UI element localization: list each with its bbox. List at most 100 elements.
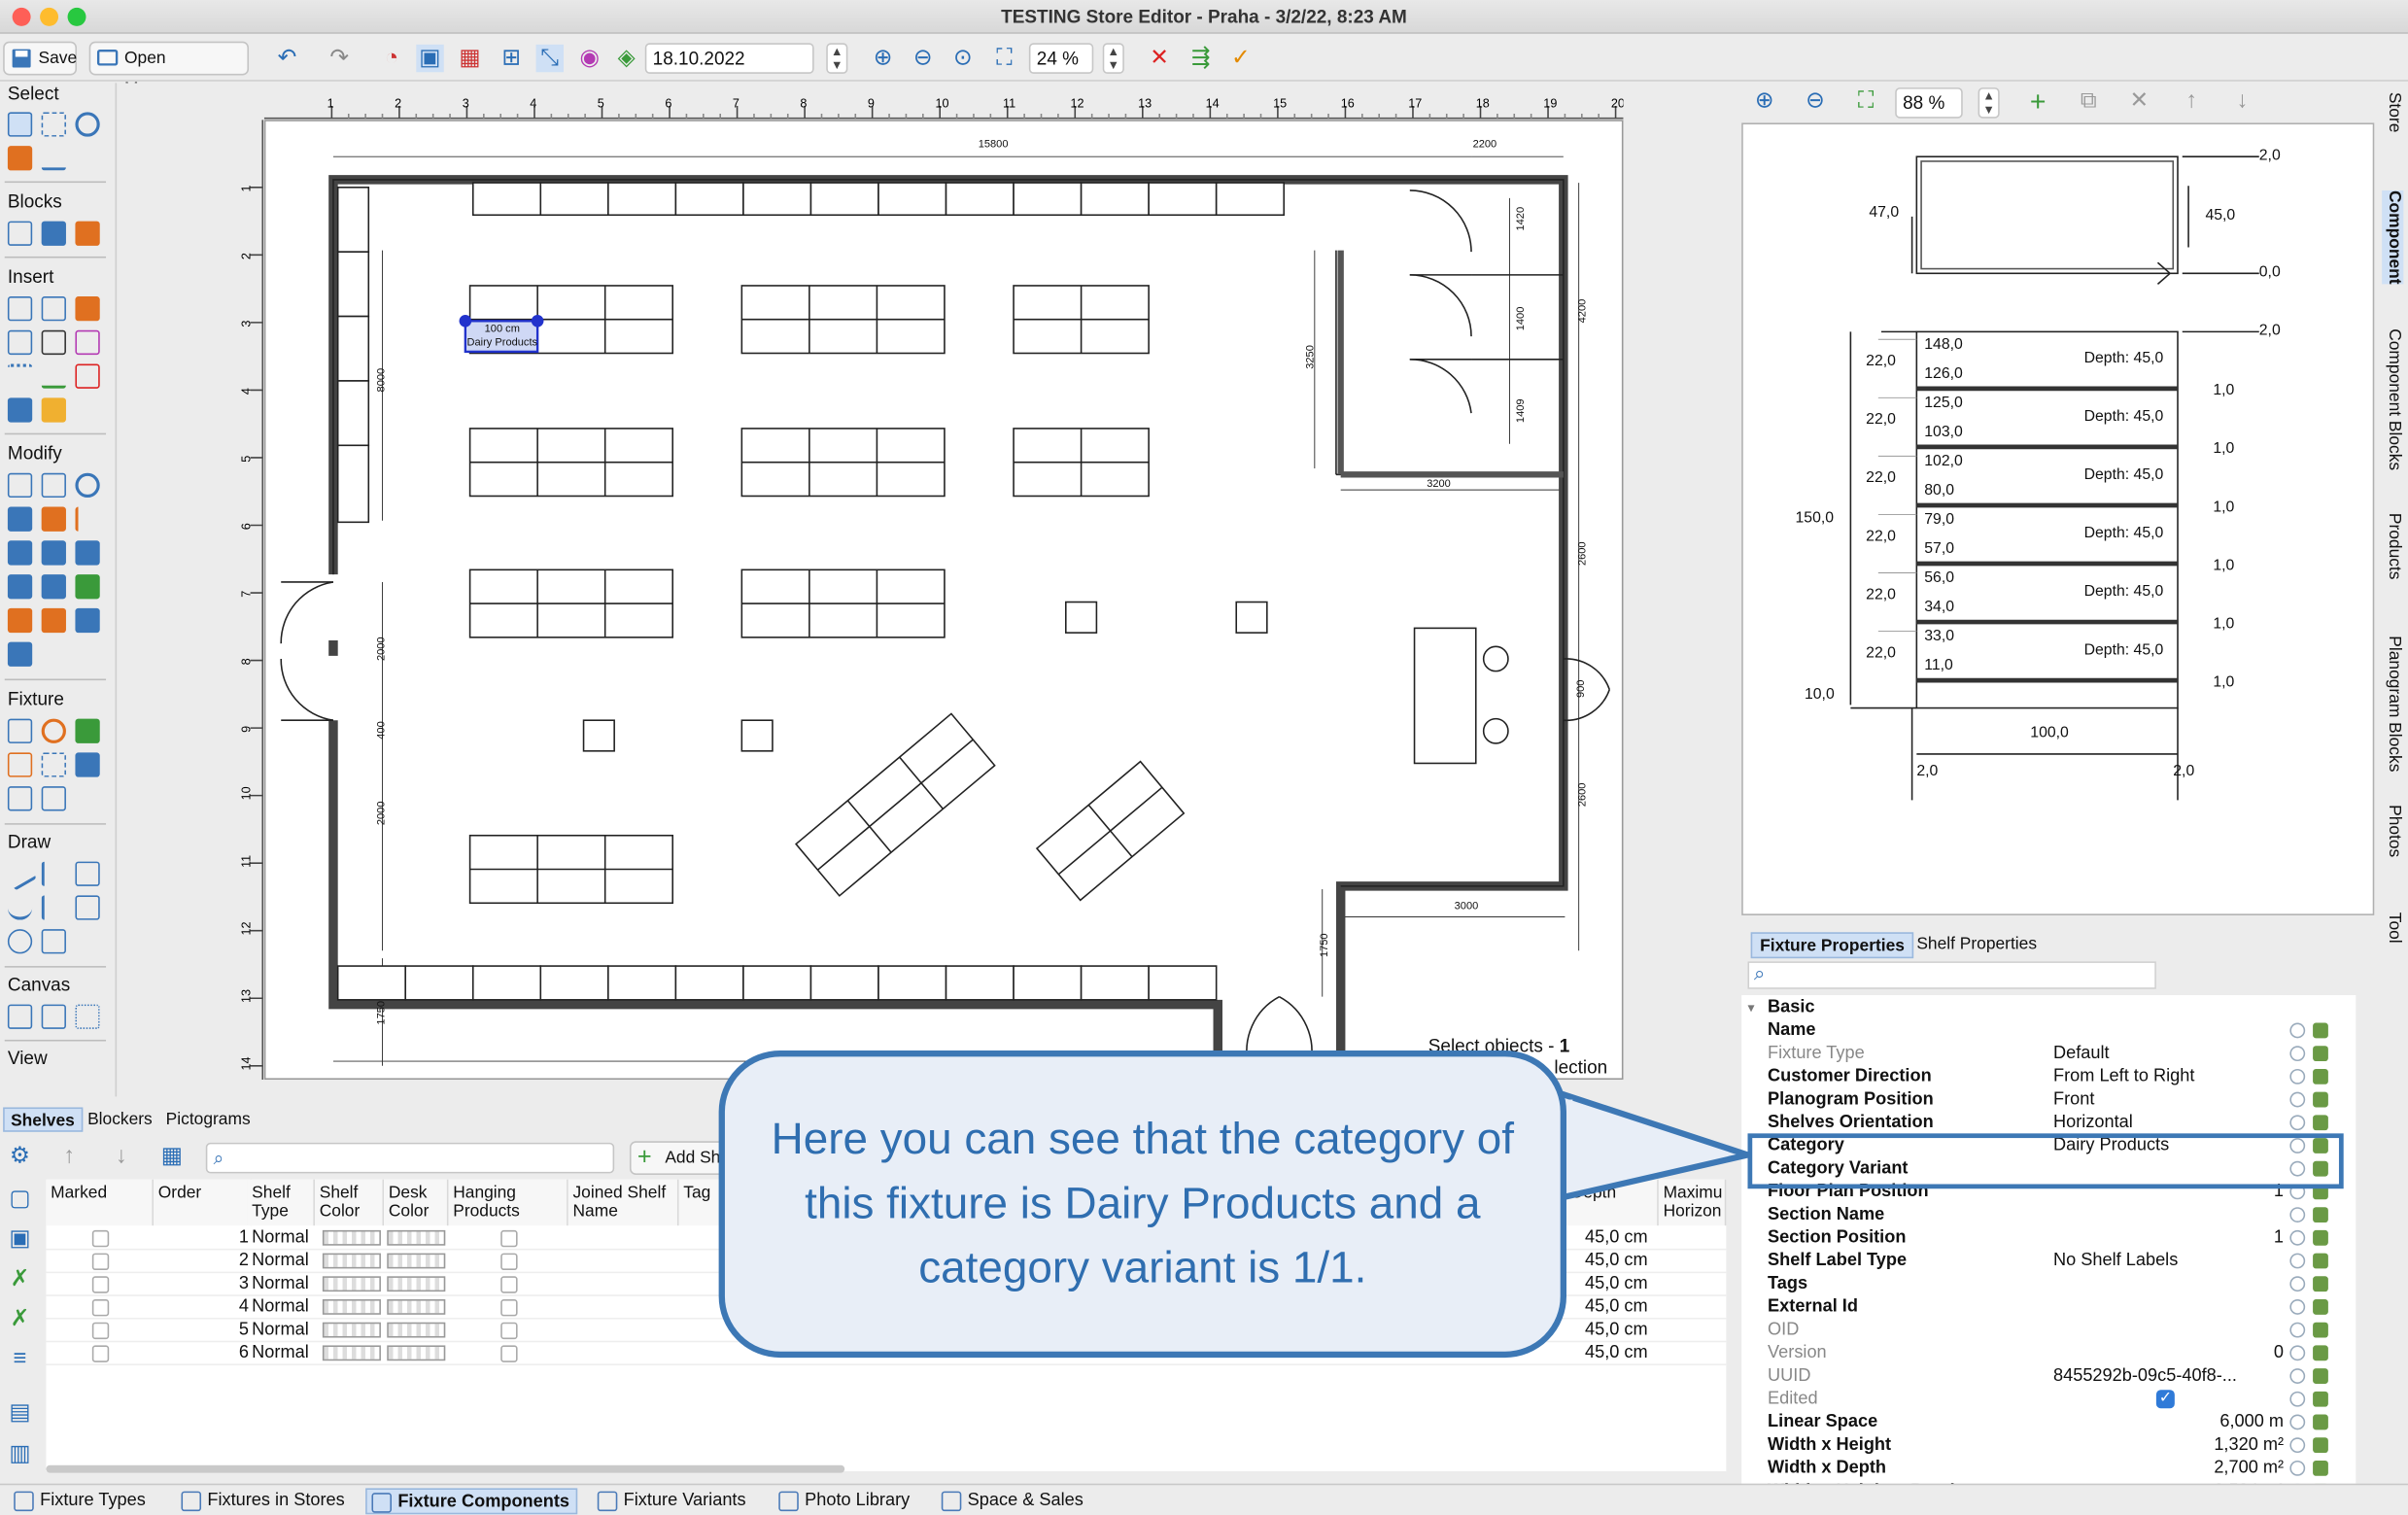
draw-polygon-icon[interactable] [41, 929, 66, 954]
reset-icon[interactable] [2289, 1229, 2306, 1246]
remove-shelf-icon[interactable]: ✕ [2125, 87, 2152, 115]
fixture-grid-icon[interactable] [7, 718, 33, 743]
lines-icon[interactable]: ⤡ [535, 44, 565, 73]
marked-checkbox[interactable] [91, 1322, 110, 1340]
property-row[interactable]: Section Position 1 [1741, 1227, 2356, 1251]
property-row[interactable]: Section Name [1741, 1204, 2356, 1227]
excel-import-icon[interactable]: ✗ [6, 1265, 33, 1292]
add-shelf-icon[interactable]: + [2024, 87, 2051, 115]
reset-icon[interactable] [2289, 1253, 2306, 1269]
property-row[interactable]: Width x Depth 2,700 m² [1741, 1458, 2356, 1481]
draw-circle-icon[interactable] [7, 929, 33, 954]
save-button[interactable]: Save [3, 41, 77, 76]
reset-icon[interactable] [2289, 1207, 2306, 1222]
hanging-checkbox[interactable] [500, 1276, 518, 1293]
split-icon[interactable] [7, 574, 33, 600]
property-row[interactable]: Width x Height 1,320 m² [1741, 1434, 2356, 1458]
blocks-group-icon[interactable] [75, 221, 100, 246]
desk-color-swatch[interactable] [387, 1276, 446, 1292]
align-icon[interactable]: ⊞ [498, 45, 525, 72]
side-tool-2-icon[interactable]: ▣ [6, 1225, 33, 1253]
apply-icon[interactable] [2313, 1368, 2328, 1384]
copy-icon[interactable] [41, 472, 66, 499]
side-tab[interactable]: Component [2382, 189, 2404, 285]
column-header[interactable]: Shelf Color [314, 1179, 385, 1226]
tab-fixture-properties[interactable]: Fixture Properties [1750, 932, 1914, 959]
desk-color-swatch[interactable] [387, 1253, 446, 1269]
fixture-frame-icon[interactable] [41, 752, 66, 777]
insert-text-icon[interactable] [7, 329, 33, 356]
apply-icon[interactable] [2313, 1322, 2328, 1338]
status-tab[interactable]: Space & Sales [937, 1488, 1089, 1514]
reset-icon[interactable] [2289, 1115, 2306, 1131]
apply-icon[interactable] [2313, 1046, 2328, 1062]
insert-camera-icon[interactable] [41, 329, 66, 356]
side-tab[interactable]: Planogram Blocks [2382, 636, 2403, 772]
join-icon[interactable] [41, 574, 66, 600]
redo-icon[interactable]: ↷ [326, 45, 353, 72]
measure-icon[interactable]: ◔ [378, 45, 405, 72]
fixture-list-icon[interactable] [7, 786, 33, 811]
delete-icon[interactable]: ✕ [1146, 45, 1173, 72]
canvas-dots-icon[interactable] [75, 1004, 100, 1029]
apply-icon[interactable] [2313, 1091, 2328, 1108]
reset-icon[interactable] [2289, 1068, 2306, 1085]
transform-icon[interactable] [7, 641, 33, 667]
select-target-icon[interactable] [75, 112, 100, 137]
draw-bezier-icon[interactable] [75, 861, 100, 886]
reset-icon[interactable] [2289, 1460, 2306, 1476]
hanging-checkbox[interactable] [500, 1229, 518, 1248]
fixture-table-icon[interactable] [41, 786, 66, 811]
reset-icon[interactable] [2289, 1345, 2306, 1361]
apply-icon[interactable] [2313, 1115, 2328, 1131]
shelf-color-swatch[interactable] [322, 1229, 381, 1246]
shelf-color-swatch[interactable] [322, 1276, 381, 1292]
fixture-round-icon[interactable] [41, 718, 66, 743]
property-row[interactable]: Version 0 [1741, 1342, 2356, 1365]
preview-zoom-out-icon[interactable]: ⊖ [1802, 87, 1829, 115]
group-icon[interactable] [7, 607, 33, 634]
apply-icon[interactable] [2313, 1207, 2328, 1222]
draw-line-icon[interactable] [3, 856, 37, 891]
property-row[interactable]: Edited ✓ [1741, 1389, 2356, 1412]
property-row[interactable]: UUID 8455292b-09c5-40f8-... [1741, 1365, 2356, 1389]
grid-snap-icon[interactable]: ▦ [456, 45, 483, 72]
select-arrow-icon[interactable] [7, 112, 33, 137]
apply-icon[interactable] [2313, 1229, 2328, 1246]
draw-curve-icon[interactable] [41, 895, 66, 920]
reset-icon[interactable] [2289, 1276, 2306, 1292]
canvas-grid-icon[interactable] [41, 1004, 66, 1029]
reset-icon[interactable] [2289, 1437, 2306, 1454]
layout-icon[interactable]: ▣ [416, 44, 444, 73]
shelf-color-swatch[interactable] [322, 1322, 381, 1338]
property-row[interactable]: Shelves Orientation Horizontal [1741, 1112, 2356, 1135]
desk-color-swatch[interactable] [387, 1345, 446, 1361]
insert-pdf-icon[interactable] [75, 363, 100, 389]
excel-export-icon[interactable]: ✗ [6, 1305, 33, 1332]
report-icon[interactable]: ▤ [6, 1399, 33, 1427]
apply-icon[interactable] [2313, 1414, 2328, 1430]
ungroup-icon[interactable] [41, 607, 66, 634]
group-basic[interactable]: ▾ Basic [1741, 997, 2356, 1020]
apply-icon[interactable] [2313, 1437, 2328, 1454]
arrange-icon[interactable] [41, 506, 66, 532]
tab-shelf-properties[interactable]: Shelf Properties [1909, 932, 2044, 958]
columns-icon[interactable]: ▦ [158, 1143, 186, 1170]
apply-icon[interactable] [2313, 1345, 2328, 1361]
column-header[interactable]: Marked [46, 1179, 155, 1226]
insert-calc-icon[interactable] [75, 329, 100, 356]
property-row[interactable]: Shelf Label Type No Shelf Labels [1741, 1250, 2356, 1273]
fit-page-icon[interactable]: ⛶ [990, 45, 1017, 72]
hanging-checkbox[interactable] [500, 1253, 518, 1270]
drawing-area[interactable]: 100 cm Dairy Products 15800 2200 1420 14… [263, 120, 1624, 1081]
column-header[interactable]: Order [154, 1179, 253, 1226]
status-tab[interactable]: Fixture Components [365, 1488, 577, 1515]
move-up-icon[interactable]: ↑ [2178, 87, 2205, 115]
zoom-stepper[interactable]: ▲ ▼ [1102, 43, 1124, 74]
column-header[interactable]: Shelf Type [247, 1179, 315, 1226]
draw-arc-icon[interactable] [7, 895, 33, 920]
floor-plan-canvas[interactable]: 1 2 3 4 5 6 7 8 9 10 11 12 13 14 15 16 17 18 19 20 12345678… [122, 83, 1727, 1087]
desk-color-swatch[interactable] [387, 1322, 446, 1338]
side-tool-1-icon[interactable]: ▢ [6, 1186, 33, 1213]
draw-polyline-icon[interactable] [41, 861, 66, 886]
